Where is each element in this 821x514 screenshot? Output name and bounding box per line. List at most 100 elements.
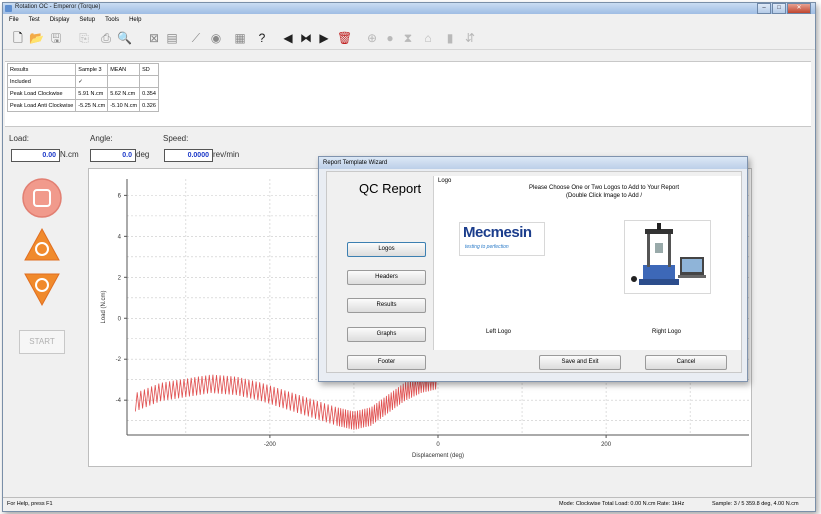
- title-bar: Rotation OC - Emperor (Torque) – □ ✕: [3, 3, 815, 14]
- cancel-button[interactable]: Cancel: [645, 355, 727, 370]
- app-icon: [5, 5, 12, 12]
- load-readout: 0.00: [11, 149, 60, 162]
- table-row: Peak Load Anti Clockwise -5.25 N.cm -5.1…: [6, 99, 159, 112]
- table-row: Peak Load Clockwise 5.91 N.cm 5.62 N.cm …: [6, 87, 159, 100]
- results-header-cell: SD: [139, 63, 159, 76]
- table-row: Included ✓: [6, 75, 159, 88]
- menu-tools[interactable]: Tools: [99, 15, 123, 25]
- angle-unit: deg: [136, 150, 150, 159]
- report-template-wizard-dialog: Report Template Wizard QC Report Logos H…: [318, 156, 748, 382]
- print-icon[interactable]: ⎙: [99, 31, 113, 45]
- table-cell: 0.354: [139, 87, 159, 100]
- load-unit: N.cm: [60, 150, 79, 159]
- report-icon[interactable]: ▤: [165, 31, 179, 45]
- maximize-button[interactable]: □: [772, 3, 786, 14]
- results-header-cell: Results: [6, 63, 77, 76]
- table-cell: 5.91 N.cm: [75, 87, 109, 100]
- mecmesin-logo-option[interactable]: Mecmesin testing to perfection: [459, 222, 545, 256]
- dialog-body: QC Report Logos Headers Results Graphs F…: [326, 171, 742, 373]
- menu-test[interactable]: Test: [23, 15, 44, 25]
- window-controls: – □ ✕: [756, 3, 811, 14]
- stop-button[interactable]: [21, 177, 63, 219]
- dialog-heading: QC Report: [359, 181, 422, 196]
- status-sample: Sample: 3 / 5 359.8 deg, 4.00 N.cm: [712, 501, 799, 507]
- speed-label: Speed:: [163, 134, 189, 143]
- save-and-exit-button[interactable]: Save and Exit: [539, 355, 621, 370]
- table-cell: Peak Load Clockwise: [6, 87, 77, 100]
- results-button[interactable]: Results: [347, 298, 426, 313]
- eye-icon[interactable]: ◉: [209, 31, 223, 45]
- x-tick-label: 0: [436, 442, 440, 448]
- right-logo-caption: Right Logo: [652, 329, 682, 335]
- save-icon[interactable]: 🖫: [49, 31, 63, 45]
- y-axis-label: Load (N.cm): [101, 290, 107, 323]
- delete-icon[interactable]: 🗑: [337, 31, 352, 45]
- next-icon[interactable]: ▶: [317, 31, 331, 45]
- logo-tagline: testing to perfection: [465, 244, 509, 250]
- footer-button[interactable]: Footer: [347, 355, 426, 370]
- panel-label: Logo: [438, 178, 452, 184]
- print-preview-icon[interactable]: 🔍: [117, 31, 132, 45]
- table-cell: 5.62 N.cm: [107, 87, 141, 100]
- x-tick-label: -200: [264, 442, 277, 448]
- y-tick-label: 4: [118, 234, 122, 240]
- move-icon[interactable]: ⇵: [463, 31, 477, 45]
- speed-unit: rev/min: [213, 150, 240, 159]
- home-icon[interactable]: ⌂: [421, 31, 435, 45]
- logos-button[interactable]: Logos: [347, 242, 426, 257]
- export-excel-icon[interactable]: ⊠: [147, 31, 161, 45]
- close-button[interactable]: ✕: [787, 3, 811, 14]
- angle-label: Angle:: [90, 134, 113, 143]
- anticlockwise-button[interactable]: [23, 227, 61, 263]
- speed-readout: 0.0000: [164, 149, 213, 162]
- headers-button[interactable]: Headers: [347, 270, 426, 285]
- zero-icon[interactable]: ⊕: [365, 31, 379, 45]
- table-cell: [139, 75, 159, 88]
- table-cell: Peak Load Anti Clockwise: [6, 99, 77, 112]
- fit-icon[interactable]: ⧓: [299, 31, 313, 45]
- graphs-button[interactable]: Graphs: [347, 327, 426, 342]
- results-header-cell: MEAN: [107, 63, 141, 76]
- test-machine-image-option[interactable]: [624, 220, 711, 294]
- start-button[interactable]: START: [19, 330, 65, 354]
- y-tick-label: -4: [116, 398, 122, 404]
- y-tick-label: 6: [118, 193, 122, 199]
- results-header-row: Results Sample 3 MEAN SD: [6, 63, 159, 76]
- x-tick-label: 200: [601, 442, 612, 448]
- results-table: Results Sample 3 MEAN SD Included ✓ Peak…: [6, 63, 159, 112]
- stop-circle-icon[interactable]: ●: [383, 31, 397, 45]
- instructions-subline: (Double Click Image to Add /: [565, 193, 643, 199]
- new-file-icon[interactable]: 🗋: [11, 31, 25, 45]
- clamp-icon[interactable]: ⧗: [401, 31, 415, 45]
- logo-instructions: Please Choose One or Two Logos to Add to…: [484, 184, 724, 200]
- menu-bar: File Test Display Setup Tools Help: [3, 15, 815, 25]
- left-logo-caption: Left Logo: [486, 329, 512, 335]
- load-label: Load:: [9, 134, 30, 143]
- calculator-icon[interactable]: ▦: [233, 31, 247, 45]
- status-help: For Help, press F1: [7, 501, 53, 507]
- menu-file[interactable]: File: [3, 15, 23, 25]
- minimize-button[interactable]: –: [757, 3, 771, 14]
- table-cell: -5.10 N.cm: [107, 99, 141, 112]
- table-cell: -5.25 N.cm: [75, 99, 109, 112]
- included-checkbox[interactable]: ✓: [75, 75, 109, 88]
- graph-icon[interactable]: ⟋: [189, 31, 203, 45]
- copy-icon[interactable]: ⎘: [77, 31, 91, 45]
- open-folder-icon[interactable]: 📂: [29, 31, 44, 45]
- y-tick-label: 0: [118, 316, 122, 322]
- logo-panel: Logo Please Choose One or Two Logos to A…: [433, 176, 741, 350]
- clockwise-button[interactable]: [23, 271, 61, 307]
- help-icon[interactable]: ?: [255, 31, 269, 45]
- y-tick-label: -2: [116, 357, 122, 363]
- previous-icon[interactable]: ◀: [281, 31, 295, 45]
- menu-display[interactable]: Display: [44, 15, 74, 25]
- gauge-icon[interactable]: ▮: [443, 31, 457, 45]
- x-axis-label: Displacement (deg): [412, 453, 464, 459]
- toolbar: 🗋 📂 🖫 ⎘ ⎙ 🔍 ⊠ ▤ ⟋ ◉ ▦ ? ◀ ⧓ ▶ 🗑 ⊕ ● ⧗ ⌂ …: [3, 27, 815, 50]
- results-header-cell: Sample 3: [75, 63, 109, 76]
- logo-brand: Mecmesin: [463, 224, 532, 241]
- table-cell: Included: [6, 75, 77, 88]
- status-mode: Mode: Clockwise Total Load: 0.00 N.cm Ra…: [559, 501, 685, 507]
- menu-help[interactable]: Help: [123, 15, 145, 25]
- menu-setup[interactable]: Setup: [73, 15, 99, 25]
